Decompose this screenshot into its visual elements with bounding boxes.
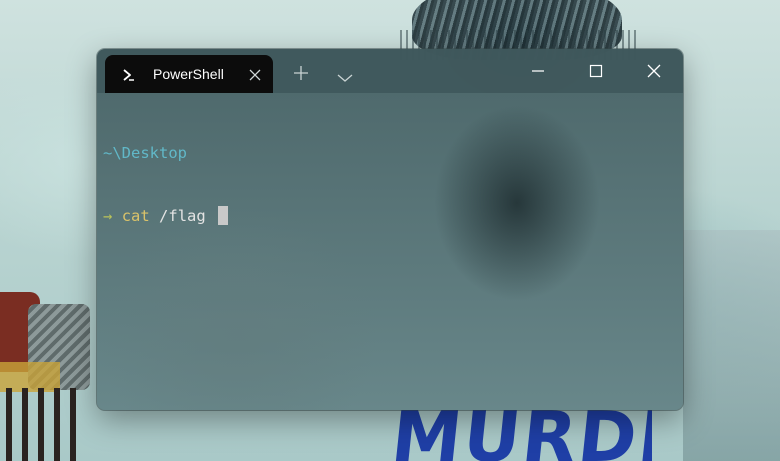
- tab-powershell[interactable]: PowerShell: [105, 55, 273, 93]
- maximize-button[interactable]: [567, 49, 625, 93]
- wallpaper-left-figure: [0, 292, 96, 461]
- prompt-path-line: ~\Desktop: [103, 143, 677, 164]
- terminal-window[interactable]: PowerShell ~\Desktop → cat /flag: [97, 49, 683, 410]
- wallpaper-text-label: MURDER: [392, 398, 652, 461]
- maximize-icon: [589, 64, 603, 78]
- close-window-button[interactable]: [625, 49, 683, 93]
- close-tab-icon[interactable]: [248, 67, 262, 81]
- powershell-icon: [121, 67, 137, 81]
- command-argument: /flag: [159, 207, 206, 225]
- current-path: ~\Desktop: [103, 144, 187, 162]
- minimize-button[interactable]: [509, 49, 567, 93]
- terminal-output[interactable]: ~\Desktop → cat /flag: [103, 101, 677, 401]
- minimize-icon: [532, 70, 544, 72]
- close-icon: [647, 64, 661, 78]
- text-cursor: [217, 206, 228, 225]
- prompt-arrow: →: [103, 207, 113, 225]
- chevron-down-icon[interactable]: [337, 68, 353, 82]
- tab-title: PowerShell: [153, 66, 224, 82]
- command-text: cat: [121, 207, 150, 225]
- plus-icon[interactable]: [293, 65, 309, 81]
- command-line[interactable]: → cat /flag: [103, 206, 677, 227]
- title-bar[interactable]: PowerShell: [97, 49, 683, 93]
- wallpaper-legs-shape: [6, 388, 86, 461]
- wallpaper-right-shadow: [683, 230, 780, 461]
